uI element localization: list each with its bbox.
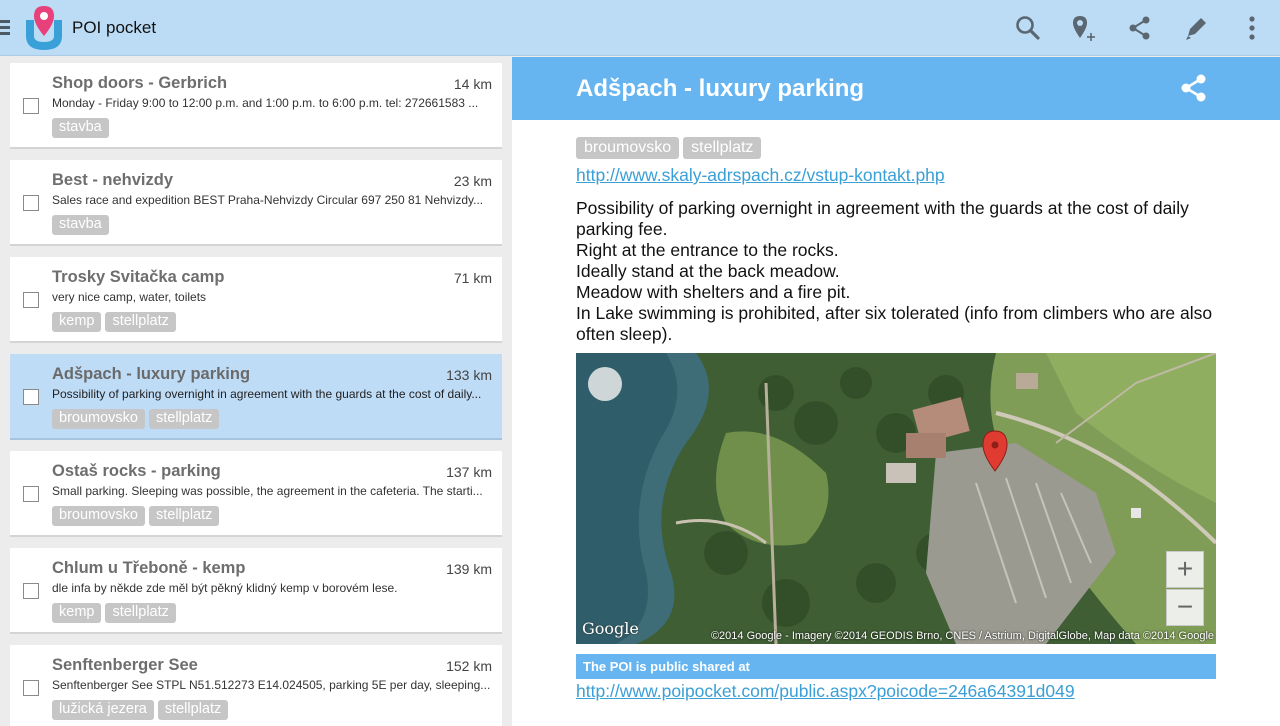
map-imagery bbox=[576, 353, 1216, 644]
item-description: Monday - Friday 9:00 to 12:00 p.m. and 1… bbox=[52, 96, 479, 110]
list-item[interactable]: Trosky Svitačka camp 71 km very nice camp,… bbox=[10, 257, 502, 343]
zoom-in-button[interactable]: + bbox=[1166, 551, 1204, 588]
shared-link[interactable]: http://www.poipocket.com/public.aspx?poi… bbox=[576, 681, 1075, 702]
item-description: Possibility of parking overnight in agre… bbox=[52, 387, 482, 401]
share-icon[interactable] bbox=[1126, 14, 1154, 42]
app-title: POI pocket bbox=[72, 18, 157, 37]
item-tags: kemp stellplatz bbox=[52, 603, 176, 623]
edit-icon[interactable] bbox=[1182, 14, 1210, 42]
detail-header: Adšpach - luxury parking bbox=[512, 57, 1280, 120]
item-title: Adšpach - luxury parking bbox=[52, 365, 251, 383]
tag[interactable]: broumovsko bbox=[52, 506, 145, 526]
item-title: Chlum u Třeboně - kemp bbox=[52, 559, 246, 577]
tag[interactable]: stavba bbox=[52, 215, 109, 235]
item-tags: lužická jezera stellplatz bbox=[52, 700, 229, 720]
list-item[interactable]: Chlum u Třeboně - kemp 139 km dle infa by … bbox=[10, 548, 502, 634]
description-line: Right at the entrance to the rocks. bbox=[576, 240, 839, 260]
item-distance: 23 km bbox=[453, 173, 492, 189]
item-tags: broumovsko stellplatz bbox=[52, 409, 220, 429]
list-item[interactable]: Ostaš rocks - parking 137 km Small parking… bbox=[10, 451, 502, 537]
item-distance: 71 km bbox=[453, 270, 492, 286]
tag[interactable]: broumovsko bbox=[576, 137, 680, 159]
tag[interactable]: stellplatz bbox=[105, 603, 176, 623]
item-tags: kemp stellplatz bbox=[52, 312, 176, 332]
item-distance: 152 km bbox=[446, 658, 492, 674]
item-description: Senftenberger See STPL N51.512273 E14.02… bbox=[52, 678, 491, 692]
item-description: Small parking. Sleeping was possible, th… bbox=[52, 484, 483, 498]
description-line: In Lake swimming is prohibited, after si… bbox=[576, 303, 1213, 344]
detail-title: Adšpach - luxury parking bbox=[576, 75, 865, 102]
item-title: Shop doors - Gerbrich bbox=[52, 74, 228, 92]
list-item[interactable]: Adšpach - luxury parking 133 km Possibilit… bbox=[10, 354, 502, 440]
item-tags: stavba bbox=[52, 118, 109, 138]
tag[interactable]: broumovsko bbox=[52, 409, 145, 429]
description-line: Ideally stand at the back meadow. bbox=[576, 261, 840, 281]
search-icon[interactable] bbox=[1014, 14, 1042, 42]
add-place-icon[interactable] bbox=[1069, 14, 1097, 42]
app-logo-icon[interactable] bbox=[24, 6, 64, 50]
item-checkbox[interactable] bbox=[23, 583, 39, 599]
map-logo: Google bbox=[582, 619, 639, 638]
item-description: dle infa by někde zde měl být pěkný klid… bbox=[52, 581, 398, 595]
item-title: Best - nehvizdy bbox=[52, 171, 174, 189]
item-title: Senftenberger See bbox=[52, 656, 198, 674]
overflow-menu-icon[interactable] bbox=[1238, 14, 1266, 42]
item-checkbox[interactable] bbox=[23, 680, 39, 696]
website-link[interactable]: http://www.skaly-adrspach.cz/vstup-konta… bbox=[576, 165, 945, 186]
item-distance: 133 km bbox=[446, 367, 492, 383]
list-item[interactable]: Senftenberger See 152 km Senftenberger See… bbox=[10, 645, 502, 726]
tag[interactable]: kemp bbox=[52, 312, 102, 332]
shared-label: The POI is public shared at bbox=[576, 654, 1216, 679]
item-title: Trosky Svitačka camp bbox=[52, 268, 225, 286]
item-tags: stavba bbox=[52, 215, 109, 235]
tag[interactable]: stavba bbox=[52, 118, 109, 138]
drawer-menu-icon[interactable] bbox=[0, 20, 10, 36]
description-line: Meadow with shelters and a fire pit. bbox=[576, 282, 851, 302]
share-icon[interactable] bbox=[1179, 73, 1209, 103]
tag[interactable]: stellplatz bbox=[157, 700, 229, 720]
zoom-out-button[interactable]: − bbox=[1166, 589, 1204, 626]
list-item[interactable]: Best - nehvizdy 23 km Sales race and exped… bbox=[10, 160, 502, 246]
poi-detail-panel: Adšpach - luxury parking broumovsko stel… bbox=[512, 57, 1280, 726]
description-line: Possibility of parking overnight in agre… bbox=[576, 198, 1189, 239]
tag[interactable]: stellplatz bbox=[148, 506, 220, 526]
item-title: Ostaš rocks - parking bbox=[52, 462, 221, 480]
item-description: Sales race and expedition BEST Praha-Neh… bbox=[52, 193, 484, 207]
tag[interactable]: lužická jezera bbox=[52, 700, 154, 720]
item-description: very nice camp, water, toilets bbox=[52, 290, 207, 304]
detail-tags: broumovsko stellplatz bbox=[576, 137, 762, 159]
action-bar: POI pocket bbox=[0, 0, 1280, 56]
item-checkbox[interactable] bbox=[23, 195, 39, 211]
list-item[interactable]: Shop doors - Gerbrich 14 km Monday - Frida… bbox=[10, 63, 502, 149]
item-checkbox[interactable] bbox=[23, 292, 39, 308]
tag[interactable]: kemp bbox=[52, 603, 102, 623]
tag[interactable]: stellplatz bbox=[105, 312, 176, 332]
item-checkbox[interactable] bbox=[23, 98, 39, 114]
item-distance: 139 km bbox=[446, 561, 492, 577]
item-distance: 137 km bbox=[446, 464, 492, 480]
detail-description: Possibility of parking overnight in agre… bbox=[576, 198, 1226, 345]
compass-icon[interactable] bbox=[588, 367, 622, 401]
poi-list[interactable]: Shop doors - Gerbrich 14 km Monday - Frida… bbox=[0, 57, 512, 726]
tag[interactable]: stellplatz bbox=[683, 137, 762, 159]
map-copyright: ©2014 Google - Imagery ©2014 GEODIS Brno… bbox=[710, 630, 1214, 642]
item-checkbox[interactable] bbox=[23, 486, 39, 502]
item-distance: 14 km bbox=[453, 76, 492, 92]
satellite-map[interactable]: + − Google ©2014 Google - Imagery ©2014 … bbox=[576, 353, 1216, 644]
tag[interactable]: stellplatz bbox=[148, 409, 220, 429]
item-checkbox[interactable] bbox=[23, 389, 39, 405]
item-tags: broumovsko stellplatz bbox=[52, 506, 220, 526]
